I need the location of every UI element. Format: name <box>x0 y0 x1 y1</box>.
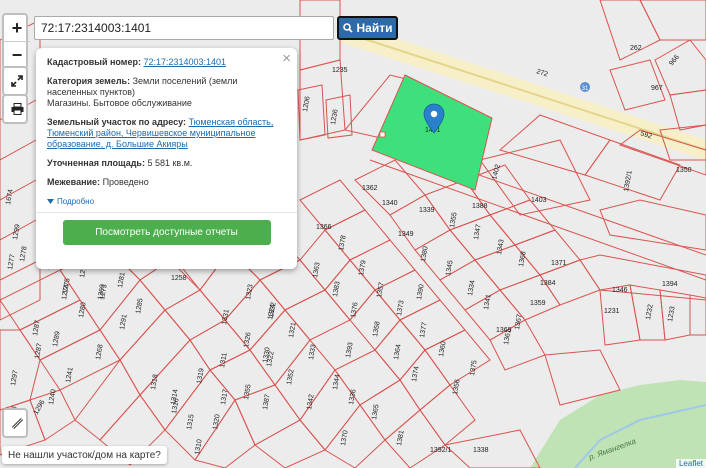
parcel-label: 1258 <box>171 275 187 282</box>
popup-close-button[interactable]: × <box>282 51 291 67</box>
area-row: Уточненная площадь: 5 581 кв.м. <box>47 158 286 169</box>
parcel-label: 1231 <box>604 308 620 315</box>
details-toggle-label: Подробно <box>57 197 95 206</box>
parcel-label: 1340 <box>382 200 398 207</box>
view-reports-button[interactable]: Посмотреть доступные отчеты <box>62 220 271 245</box>
parcel-label: 1339 <box>419 207 435 214</box>
address-link-cont[interactable]: Тюменский район, Червишевское муниципаль… <box>47 128 255 138</box>
fullscreen-button[interactable] <box>4 68 30 94</box>
survey-label: Межевание: <box>47 177 101 187</box>
area-label: Уточненная площадь: <box>47 158 145 168</box>
parcel-label: 967 <box>651 85 663 92</box>
survey-value: Проведено <box>102 177 149 187</box>
parcel-label: 1349 <box>398 231 414 238</box>
parcel-label: 1394 <box>662 281 678 288</box>
zoom-control: + − <box>2 13 30 70</box>
parcel-label: 1346 <box>612 287 628 294</box>
ruler-icon <box>11 417 23 429</box>
address-label: Земельный участок по адресу: <box>47 117 187 127</box>
land-category-row: Категория земель: Земли поселений (земли… <box>47 76 286 109</box>
measure-button[interactable] <box>4 410 30 436</box>
parcel-label: 1362 <box>362 185 378 192</box>
print-button[interactable] <box>4 96 30 122</box>
search-button[interactable]: Найти <box>337 16 398 40</box>
land-usage-value: Магазины. Бытовое обслуживание <box>47 98 192 108</box>
address-row: Земельный участок по адресу: Тюменская о… <box>47 117 286 150</box>
land-category-value-cont: населенных пунктов) <box>47 87 136 97</box>
parcel-label: 1359 <box>530 300 546 307</box>
cadastral-number-label: Кадастровый номер: <box>47 57 141 67</box>
parcel-label: 1388 <box>472 203 488 210</box>
leaflet-attribution[interactable]: Leaflet <box>675 459 706 468</box>
land-category-label: Категория земель: <box>47 76 131 86</box>
not-found-link[interactable]: Не нашли участок/дом на карте? <box>2 446 167 464</box>
parcel-label: 1403 <box>531 197 547 204</box>
popup-divider <box>36 212 297 213</box>
parcel-label: 1366 <box>316 224 332 231</box>
parcel-label: 1235 <box>332 67 348 74</box>
parcel-label: 1392/1 <box>430 447 452 454</box>
print-control <box>2 94 28 124</box>
fullscreen-control <box>2 66 28 96</box>
area-value: 5 581 кв.м. <box>147 158 193 168</box>
survey-row: Межевание: Проведено <box>47 177 286 188</box>
zoom-in-button[interactable]: + <box>4 15 30 41</box>
parcel-label: 1338 <box>473 447 489 454</box>
address-link-end[interactable]: образование, д. Большие Акияры <box>47 139 188 149</box>
road-number-label: 31 <box>582 86 589 92</box>
measure-control <box>2 408 28 438</box>
parcel-label: 1350 <box>676 167 692 174</box>
parcel-info-popup: × Кадастровый номер: 72:17:2314003:1401 … <box>36 48 297 269</box>
search-icon <box>342 23 353 33</box>
search-button-label: Найти <box>356 21 393 35</box>
parcel-label: 1384 <box>540 280 556 287</box>
expand-icon <box>11 75 23 87</box>
address-link[interactable]: Тюменская область, <box>189 117 274 127</box>
parcel-label: 262 <box>630 45 642 52</box>
caret-down-icon <box>47 199 54 204</box>
parcel-label: 1371 <box>551 260 567 267</box>
cadastral-number-row: Кадастровый номер: 72:17:2314003:1401 <box>47 57 286 68</box>
land-category-value: Земли поселений (земли <box>132 76 238 86</box>
zoom-out-button[interactable]: − <box>4 41 30 68</box>
cadastral-search-input[interactable] <box>34 16 334 40</box>
details-toggle[interactable]: Подробно <box>47 197 94 206</box>
cadastral-number-link[interactable]: 72:17:2314003:1401 <box>143 57 226 67</box>
printer-icon <box>11 103 23 115</box>
